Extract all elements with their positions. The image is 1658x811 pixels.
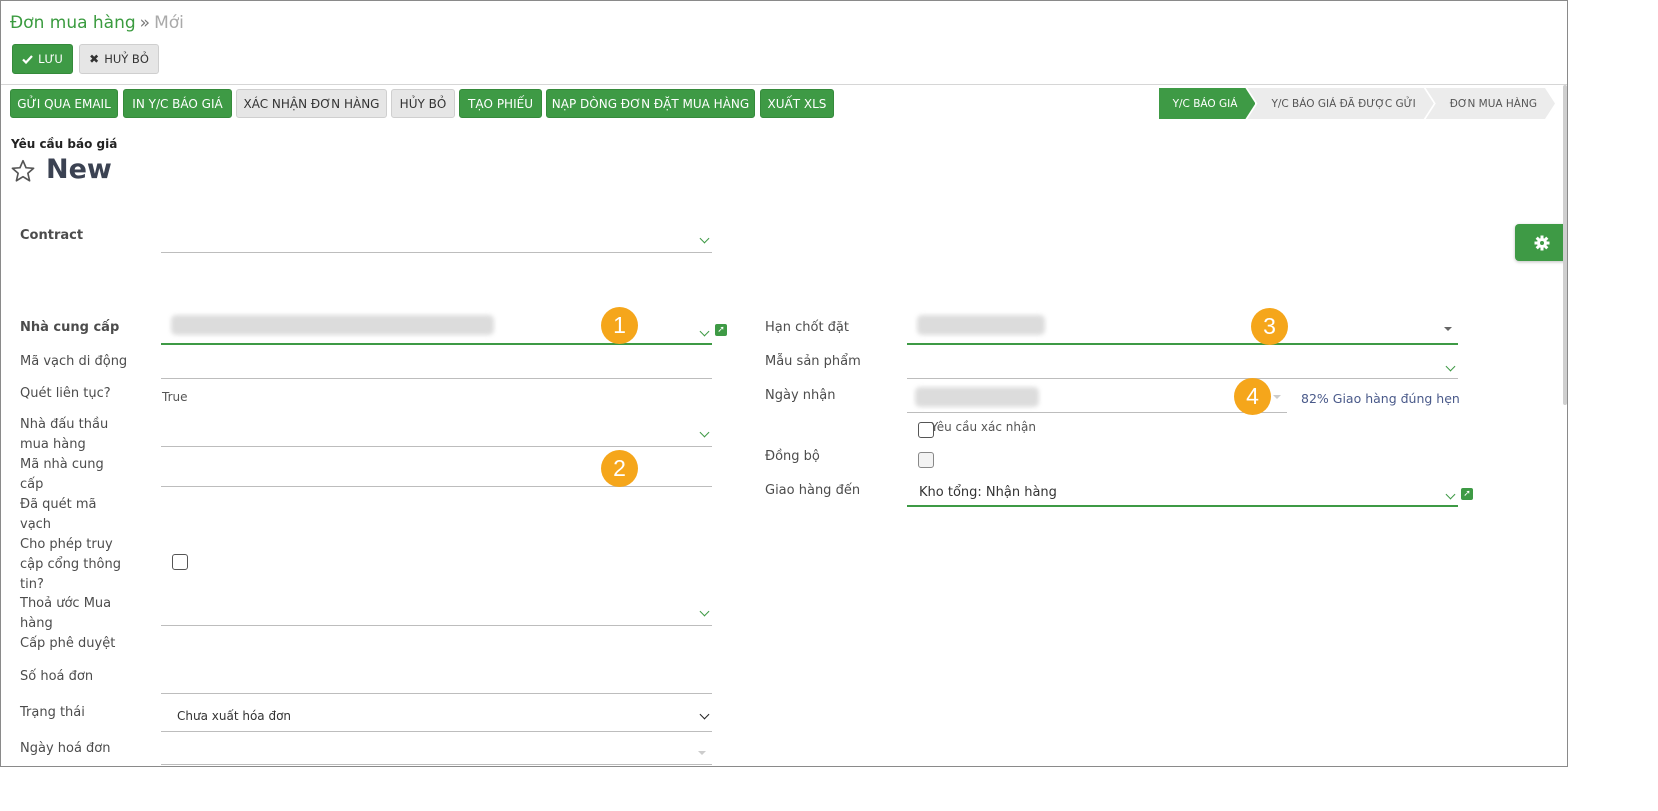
continuous-scan-value: True [162,390,188,404]
bidder-label-line: Nhà đấu thầu [20,417,109,432]
breadcrumb-parent-link[interactable]: Đơn mua hàng [10,13,136,33]
breadcrumb: Đơn mua hàng» Mới [10,13,184,33]
bidder-label: Nhà đấu thầu mua hàng [20,415,108,455]
product-template-field[interactable] [907,357,1458,379]
callout-badge-4: 4 [1234,378,1271,415]
chevron-down-icon [699,326,710,337]
order-deadline-label: Hạn chốt đặt [765,320,849,335]
caret-down-icon [1444,327,1452,331]
breadcrumb-separator: » [139,13,151,33]
approval-level-label: Cấp phê duyệt [20,636,116,651]
check-icon [22,54,33,64]
status-select-value: Chưa xuất hóa đơn [177,709,292,723]
contract-field[interactable] [161,231,712,253]
agreement-label-line: hàng [20,616,53,631]
sync-checkbox[interactable] [918,452,934,468]
form-view: Đơn mua hàng» Mới LƯU ✖ HUỶ BỎ GỬI QUA EM… [0,0,1568,767]
caret-down-icon [698,751,706,755]
document-type-label: Yêu cầu báo giá [11,137,118,151]
print-rfq-button[interactable]: IN Y/C BÁO GIÁ [123,89,232,118]
breadcrumb-current: Mới [154,13,184,33]
confirm-order-button[interactable]: XÁC NHẬN ĐƠN HÀNG [236,89,387,118]
invoice-number-label: Số hoá đơn [20,669,94,684]
chevron-down-icon [699,606,710,617]
chevron-down-icon [1445,489,1456,500]
purchase-agreement-field[interactable] [161,604,712,626]
stage-rfq[interactable]: Y/C BÁO GIÁ [1159,88,1256,119]
scanned-label-line: vạch [20,517,52,532]
deliver-to-label: Giao hàng đến [765,483,861,498]
discard-button[interactable]: ✖ HUỶ BỎ [79,44,159,74]
status-stages: Y/C BÁO GIÁ Y/C BÁO GIÁ ĐÃ ĐƯỢC GỬI ĐƠN … [1159,88,1555,119]
bidder-label-line: mua hàng [20,437,86,452]
portal-access-label: Cho phép truy cập cổng thông tin? [20,535,121,595]
mobile-barcode-label: Mã vạch di động [20,354,128,369]
cancel-order-button[interactable]: HỦY BỎ [391,89,455,118]
settings-button[interactable] [1515,224,1567,261]
portal-label-line: tin? [20,577,44,592]
chevron-down-icon [1445,361,1456,372]
receipt-date-label: Ngày nhận [765,388,836,403]
external-link-icon[interactable]: ➚ [715,324,727,336]
status-select[interactable]: Chưa xuất hóa đơn [161,705,712,732]
receipt-date-value-redacted [915,387,1039,407]
partner-value-redacted [171,315,494,335]
deliver-to-field[interactable]: Kho tổng: Nhận hàng [907,485,1458,507]
require-confirmation-label: Yêu cầu xác nhận [931,420,1036,434]
invoice-date-field[interactable] [161,743,712,765]
scrollbar[interactable] [1563,85,1567,405]
close-icon: ✖ [89,52,100,66]
scanned-label-line: Đã quét mã [20,497,97,512]
vendor-code-label-line: Mã nhà cung [20,457,104,472]
callout-badge-2: 2 [601,450,638,487]
gear-icon [1534,235,1550,250]
agreement-label-line: Thoả ước Mua [20,596,112,611]
callout-badge-1: 1 [601,307,638,344]
export-xls-button[interactable]: XUẤT XLS [760,89,834,118]
scanned-barcode-label: Đã quét mã vạch [20,495,97,535]
status-label: Trạng thái [20,705,85,720]
contract-label: Contract [20,228,84,243]
partner-label: Nhà cung cấp [20,320,120,335]
stage-purchase-order[interactable]: ĐƠN MUA HÀNG [1426,88,1555,119]
continuous-scan-label: Quét liên tục? [20,386,111,401]
portal-label-line: cập cổng thông [20,557,122,572]
vendor-code-label-line: cấp [20,477,44,492]
save-button-label: LƯU [38,52,63,66]
order-deadline-value-redacted [917,315,1045,335]
invoice-number-field[interactable] [161,672,712,694]
chevron-down-icon [699,233,710,244]
receipt-date-field[interactable] [907,387,1287,413]
chevron-down-icon [699,709,710,720]
chevron-down-icon [699,427,710,438]
invoice-date-label: Ngày hoá đơn [20,741,111,756]
statusbar: GỬI QUA EMAIL IN Y/C BÁO GIÁ XÁC NHẬN ĐƠ… [1,85,1568,125]
deliver-to-value: Kho tổng: Nhận hàng [919,485,1057,500]
discard-button-label: HUỶ BỎ [104,52,149,66]
create-bill-button[interactable]: TẠO PHIẾU [459,89,542,118]
sync-label: Đồng bộ [765,449,820,464]
portal-label-line: Cho phép truy [20,537,113,552]
stage-rfq-sent[interactable]: Y/C BÁO GIÁ ĐÃ ĐƯỢC GỬI [1247,88,1433,119]
external-link-icon[interactable]: ➚ [1461,488,1473,500]
save-button[interactable]: LƯU [12,44,73,74]
send-email-button[interactable]: GỬI QUA EMAIL [10,89,118,118]
caret-down-icon [1273,395,1281,399]
purchase-agreement-label: Thoả ước Mua hàng [20,594,111,634]
bidder-field[interactable] [161,425,712,447]
vendor-code-label: Mã nhà cung cấp [20,455,104,495]
mobile-barcode-field[interactable] [161,357,712,379]
callout-badge-3: 3 [1251,308,1288,345]
product-template-label: Mẫu sản phẩm [765,354,861,369]
load-po-lines-button[interactable]: NẠP DÒNG ĐƠN ĐẶT MUA HÀNG [546,89,755,118]
portal-access-checkbox[interactable] [172,554,188,570]
star-icon[interactable] [10,158,36,184]
order-deadline-field[interactable] [907,315,1458,345]
on-time-delivery-link[interactable]: 82% Giao hàng đúng hẹn [1301,391,1460,406]
document-title: New [46,154,112,185]
